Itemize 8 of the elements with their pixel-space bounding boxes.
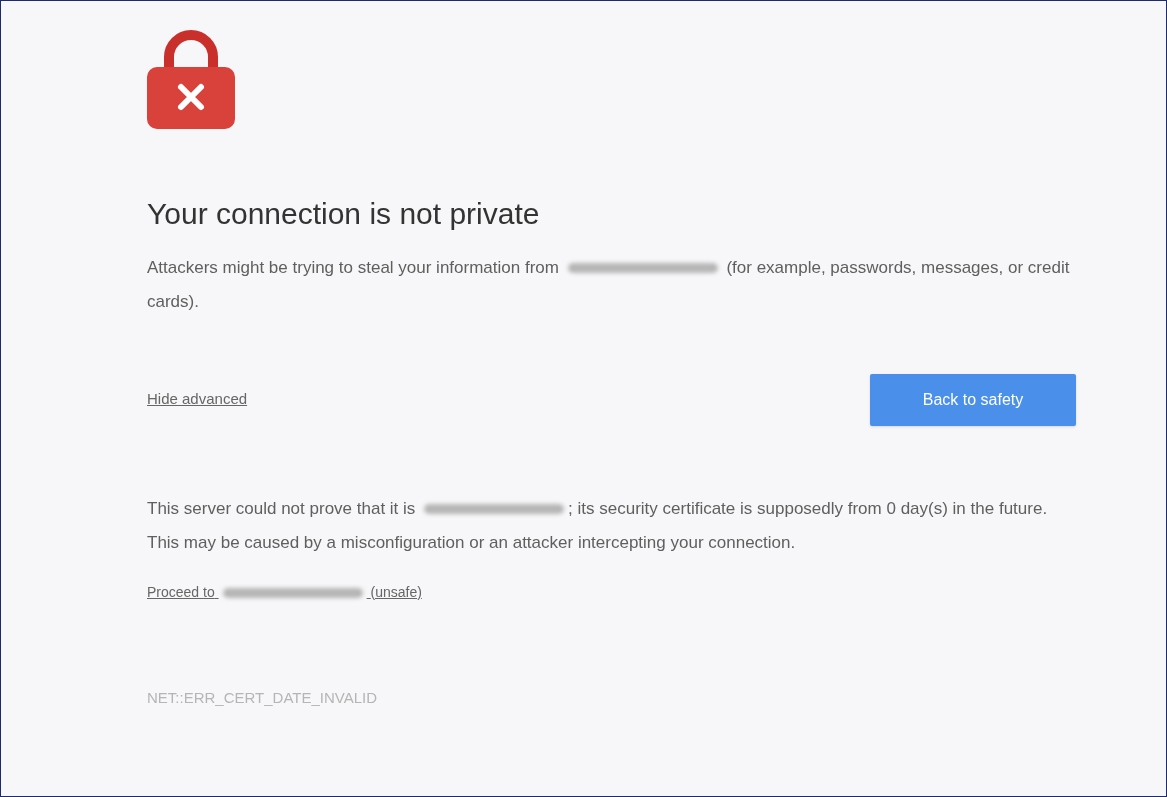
lock-error-icon: [147, 27, 235, 131]
warning-paragraph: Attackers might be trying to steal your information from (for example, passwords, messages, or credit cards).: [147, 256, 1071, 313]
hide-advanced-link[interactable]: Hide advanced: [147, 388, 248, 411]
details-paragraph: This server could not prove that it is ; its security certificate is supposedly from 0 day(s) in the future. This may be caused by a misconfiguration or an attacker intercepting your connection.: [147, 497, 1049, 554]
page-heading: Your connection is not private: [147, 196, 540, 232]
error-code: NET::ERR_CERT_DATE_INVALID: [147, 687, 378, 708]
proceed-link[interactable]: Proceed to (unsafe): [147, 581, 422, 603]
back-to-safety-button[interactable]: Back to safety: [870, 373, 1076, 426]
